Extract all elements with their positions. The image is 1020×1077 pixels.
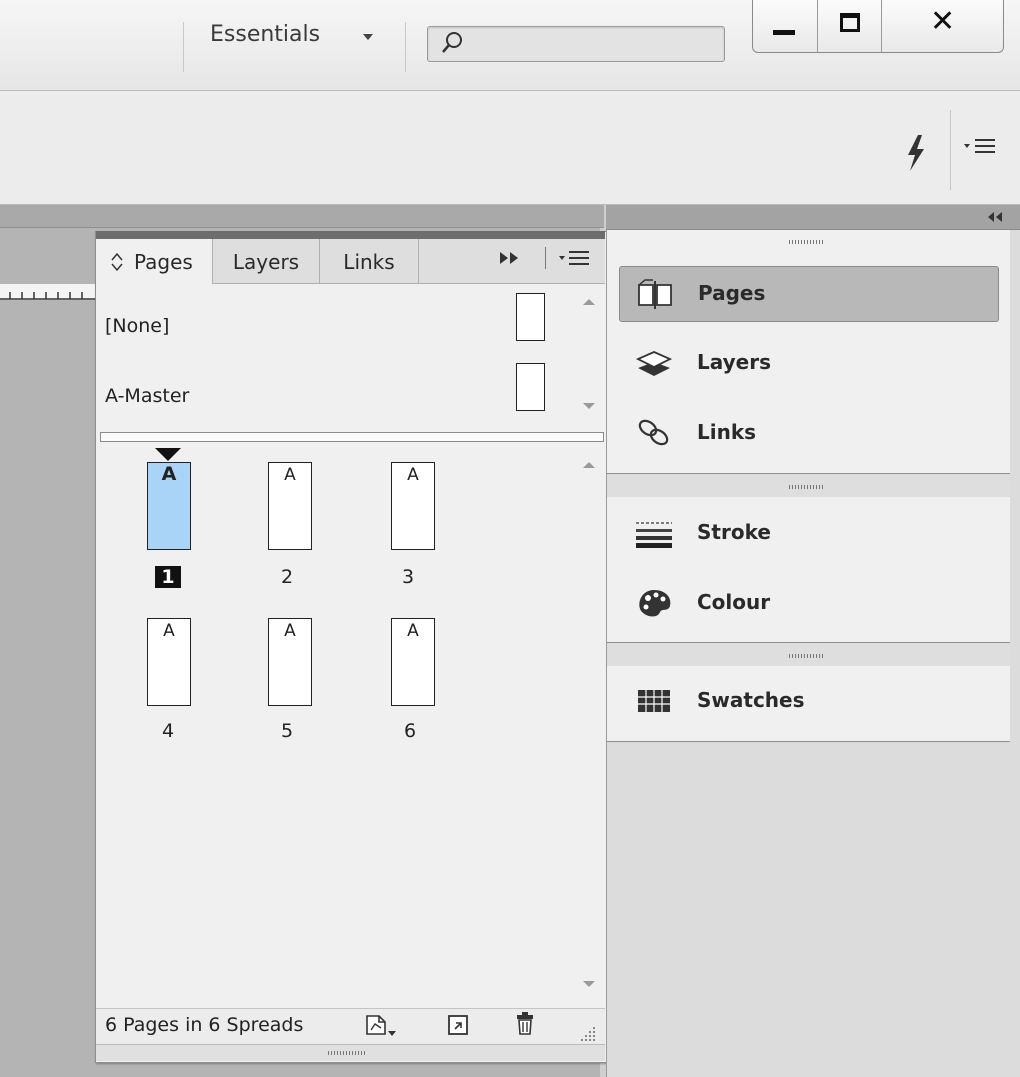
panel-bottom-grip[interactable] [96,1044,605,1061]
tab-layers[interactable]: Layers [213,239,320,283]
resize-grip-icon[interactable] [576,1024,598,1042]
dock-item-colour[interactable]: Colour [619,576,997,630]
new-page-icon[interactable] [363,1010,399,1038]
page-master-letter: A [407,621,419,641]
page-thumbnail[interactable]: A [391,618,435,706]
layers-icon [635,351,673,376]
scroll-down-icon[interactable] [580,978,598,990]
panel-menu-icon[interactable] [962,135,1002,157]
dock-item-label: Layers [697,350,771,374]
divider [545,247,546,269]
maximize-icon [840,13,860,32]
dock-group-grip[interactable] [607,230,1010,252]
page-number: 2 [280,566,294,588]
minimize-icon [773,30,795,35]
page-master-letter: A [161,463,177,485]
dock-item-label: Swatches [697,688,805,712]
collapse-arrows-icon[interactable] [985,211,1005,223]
dock-item-stroke[interactable]: Stroke [619,506,997,560]
page-master-letter: A [284,621,296,641]
page-number: 1 [147,566,189,588]
dock-item-layers[interactable]: Layers [619,336,997,390]
links-icon [638,419,669,446]
pages-status-text: 6 Pages in 6 Spreads [105,1014,304,1036]
dock-item-swatches[interactable]: Swatches [619,674,997,728]
dock-header[interactable] [606,205,1020,230]
create-page-icon[interactable] [447,1014,469,1036]
page-thumbnail[interactable]: A [391,462,435,550]
page-number: 5 [280,720,294,742]
collapse-arrows-icon[interactable] [497,248,523,268]
page-thumbnail[interactable]: A [268,462,312,550]
grip-dots [789,654,823,658]
tab-label: Pages [134,250,193,274]
dock-item-label: Colour [697,590,771,614]
dock-item-label: Pages [698,281,766,305]
panel-drag-bar[interactable] [96,231,605,239]
search-icon [442,32,462,53]
grip-dots [328,1051,366,1055]
swatches-icon [638,690,670,712]
panel-menu-icon[interactable] [558,248,592,268]
page-master-letter: A [407,465,419,485]
divider [405,22,406,72]
dock-group-grip[interactable] [607,475,1010,497]
maximize-button[interactable] [818,0,882,52]
tab-cycle-icon[interactable] [110,251,124,273]
page-thumbnail[interactable]: A [268,618,312,706]
dock-item-links[interactable]: Links [619,406,997,460]
page-number: 6 [403,720,417,742]
dock-item-pages[interactable]: Pages [619,266,999,322]
master-thumbnail[interactable] [516,363,545,411]
pages-icon [638,279,672,309]
scroll-up-icon[interactable] [580,296,598,308]
page-number: 4 [161,720,175,742]
ruler [0,284,95,300]
workspace-switcher[interactable]: Essentials [210,22,320,47]
tab-links[interactable]: Links [320,239,419,283]
page-master-letter: A [163,621,175,641]
scroll-down-icon[interactable] [580,400,598,412]
grip-dots [789,485,823,489]
window-controls: ✕ [752,0,1004,53]
dock-item-label: Stroke [697,520,771,544]
tab-pages[interactable]: Pages [96,239,213,284]
scroll-up-icon[interactable] [580,459,598,471]
stroke-icon [636,522,672,548]
lightning-bolt-icon[interactable] [900,133,930,173]
control-bar [0,91,1020,205]
master-item-label[interactable]: [None] [105,315,169,337]
master-thumbnail[interactable] [516,293,545,341]
section-splitter[interactable] [100,432,604,442]
page-number: 3 [401,566,415,588]
dock-item-label: Links [697,420,757,444]
dock-group-grip[interactable] [607,644,1010,666]
chevron-down-icon[interactable] [363,34,373,40]
master-item-label[interactable]: A-Master [105,385,189,407]
current-page-marker [155,448,181,461]
minimize-button[interactable] [753,0,818,52]
divider [950,110,951,190]
divider [183,22,184,72]
trash-icon[interactable] [514,1010,536,1036]
colour-icon [639,590,671,617]
search-input[interactable] [427,26,725,62]
page-thumbnail[interactable]: A [147,618,191,706]
close-icon: ✕ [930,4,956,39]
grip-dots [789,240,823,244]
close-button[interactable]: ✕ [882,0,1003,52]
page-thumbnail[interactable]: A [147,462,191,550]
document-header [0,205,604,228]
page-master-letter: A [284,465,296,485]
